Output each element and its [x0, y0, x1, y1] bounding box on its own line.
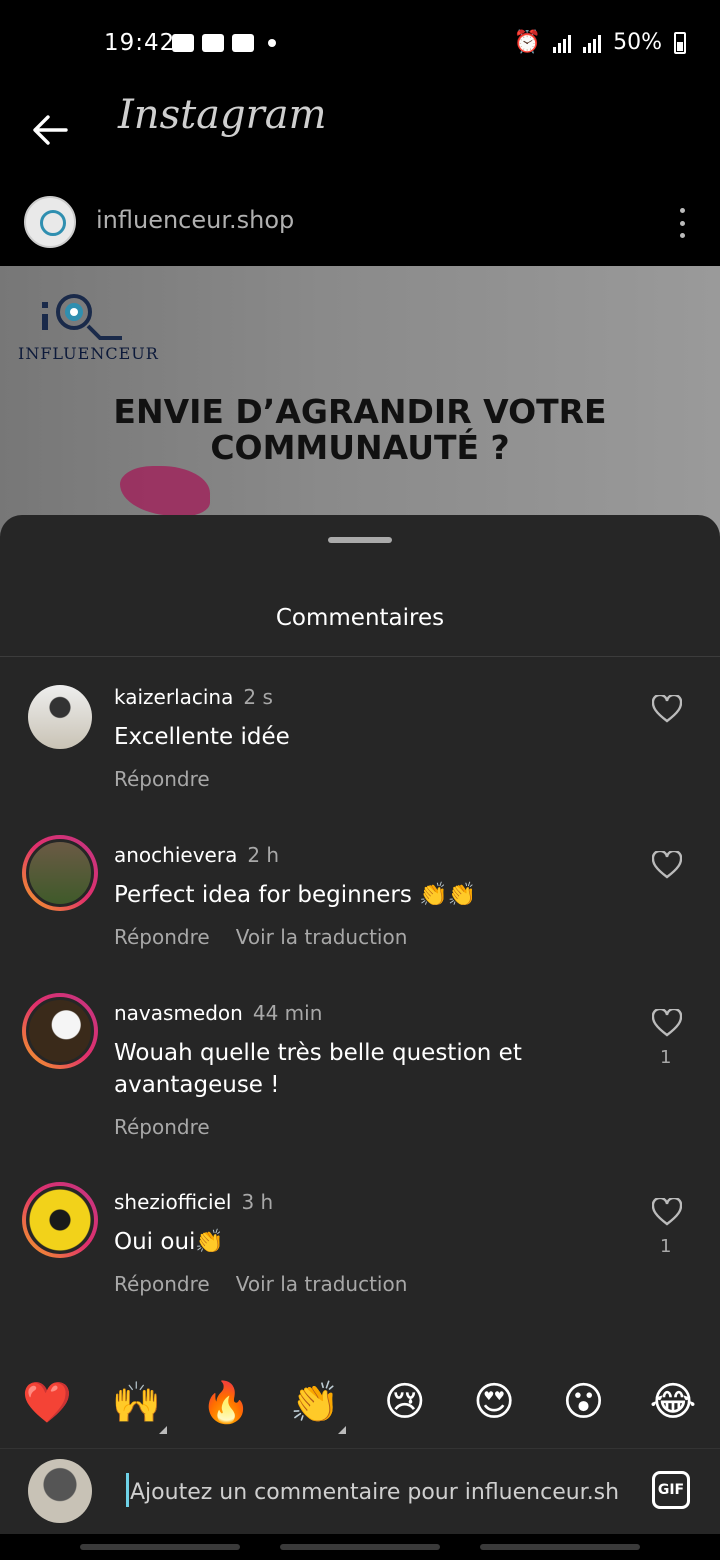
- notification-icons: [172, 34, 276, 52]
- comment-username[interactable]: navasmedon: [114, 1001, 243, 1025]
- comment-time: 44 min: [252, 1001, 323, 1025]
- emoji-crying[interactable]: 😢: [378, 1379, 432, 1425]
- more-notifications-dot-icon: [268, 39, 276, 47]
- post-headline: ENVIE D’AGRANDIR VOTRE COMMUNAUTÉ ?: [0, 394, 720, 466]
- headline-line-2: COMMUNAUTÉ ?: [210, 428, 510, 467]
- sheet-drag-handle[interactable]: [328, 537, 392, 543]
- comment-actions: Répondre: [114, 1115, 210, 1139]
- more-options-icon[interactable]: [678, 208, 686, 238]
- system-nav-bar: [0, 1534, 720, 1560]
- comment-input[interactable]: [130, 1475, 622, 1509]
- reply-button[interactable]: Répondre: [114, 1272, 210, 1296]
- emoji-quick-bar: ❤️ 🙌 🔥 👏 😢 😍 😮 😂: [0, 1370, 720, 1434]
- like-heart-icon[interactable]: [652, 1009, 682, 1037]
- post-image: INFLUENCEUR ENVIE D’AGRANDIR VOTRE COMMU…: [0, 266, 720, 546]
- alarm-icon: ⏰: [513, 30, 542, 55]
- youtube-notification-icon: [202, 34, 224, 52]
- comment-header: anochievera 2 h: [114, 843, 279, 867]
- battery-percent: 50%: [613, 30, 662, 55]
- reply-button[interactable]: Répondre: [114, 925, 210, 949]
- gif-button[interactable]: GIF: [652, 1471, 690, 1509]
- comment-text: Wouah quelle très belle question et avan…: [114, 1040, 522, 1098]
- signal-icon-2: [583, 33, 602, 53]
- text-caret: [126, 1473, 129, 1507]
- emoji-heart[interactable]: ❤️: [20, 1379, 74, 1426]
- commenter-avatar[interactable]: [22, 1182, 98, 1258]
- influenceur-logo-icon: [42, 294, 122, 340]
- reply-button[interactable]: Répondre: [114, 1115, 210, 1139]
- commenter-avatar[interactable]: [22, 835, 98, 911]
- app-title: Instagram: [118, 92, 327, 138]
- comment-header: navasmedon 44 min: [114, 1001, 322, 1025]
- comment-actions: Répondre: [114, 767, 210, 791]
- logo-text: INFLUENCEUR: [18, 344, 159, 363]
- comment-username[interactable]: kaizerlacina: [114, 685, 233, 709]
- emoji-clapping[interactable]: 👏: [288, 1379, 347, 1434]
- comment-username[interactable]: sheziofficiel: [114, 1190, 231, 1214]
- reply-button[interactable]: Répondre: [114, 767, 210, 791]
- comment-time: 2 s: [243, 685, 273, 709]
- comment-actions: Répondre Voir la traduction: [114, 925, 407, 949]
- divider: [0, 656, 720, 657]
- like-heart-icon[interactable]: [652, 851, 682, 879]
- nav-home-icon[interactable]: [280, 1544, 440, 1550]
- nav-back-icon[interactable]: [480, 1544, 640, 1550]
- like-heart-icon[interactable]: [652, 695, 682, 723]
- back-arrow-icon[interactable]: [26, 106, 74, 154]
- sheet-title: Commentaires: [275, 605, 445, 631]
- see-translation-button[interactable]: Voir la traduction: [236, 925, 408, 949]
- comment-composer: GIF: [0, 1448, 720, 1534]
- emoji-raising-hands[interactable]: 🙌: [109, 1379, 168, 1434]
- account-name[interactable]: influenceur.shop: [96, 206, 294, 234]
- post-header: influenceur.shop: [0, 172, 720, 266]
- nav-recents-icon[interactable]: [80, 1544, 240, 1550]
- battery-icon: [674, 31, 686, 54]
- emoji-fire[interactable]: 🔥: [199, 1379, 253, 1426]
- comment-header: kaizerlacina 2 s: [114, 685, 273, 709]
- comment-text: Excellente idée: [114, 724, 290, 750]
- comment-time: 3 h: [241, 1190, 274, 1214]
- emoji-surprised[interactable]: 😮: [557, 1379, 611, 1425]
- like-count: 1: [660, 1047, 672, 1068]
- commenter-avatar[interactable]: [22, 993, 98, 1069]
- status-time: 19:42: [104, 30, 176, 56]
- comment-time: 2 h: [247, 843, 280, 867]
- like-count: 1: [660, 1236, 672, 1257]
- comment-text: Perfect idea for beginners 👏👏: [114, 882, 477, 908]
- comment-header: sheziofficiel 3 h: [114, 1190, 273, 1214]
- like-heart-icon[interactable]: [652, 1198, 682, 1226]
- commenter-avatar[interactable]: [28, 685, 92, 749]
- status-right: ⏰ 50%: [514, 30, 686, 55]
- comment-actions: Répondre Voir la traduction: [114, 1272, 407, 1296]
- see-translation-button[interactable]: Voir la traduction: [236, 1272, 408, 1296]
- status-bar: 19:42 ⏰ 50%: [0, 0, 720, 92]
- paint-splash: [120, 466, 210, 516]
- account-avatar[interactable]: [24, 196, 76, 248]
- comment-text: Oui oui👏: [114, 1229, 225, 1255]
- emoji-heart-eyes[interactable]: 😍: [467, 1379, 521, 1425]
- app-header: Instagram: [0, 92, 720, 172]
- youtube-notification-icon-2: [232, 34, 254, 52]
- emoji-laughing[interactable]: 😂: [646, 1379, 700, 1425]
- comment-username[interactable]: anochievera: [114, 843, 237, 867]
- gallery-notification-icon: [172, 34, 194, 52]
- signal-icon: [553, 33, 572, 53]
- headline-line-1: ENVIE D’AGRANDIR VOTRE: [113, 392, 607, 431]
- current-user-avatar: [28, 1459, 92, 1523]
